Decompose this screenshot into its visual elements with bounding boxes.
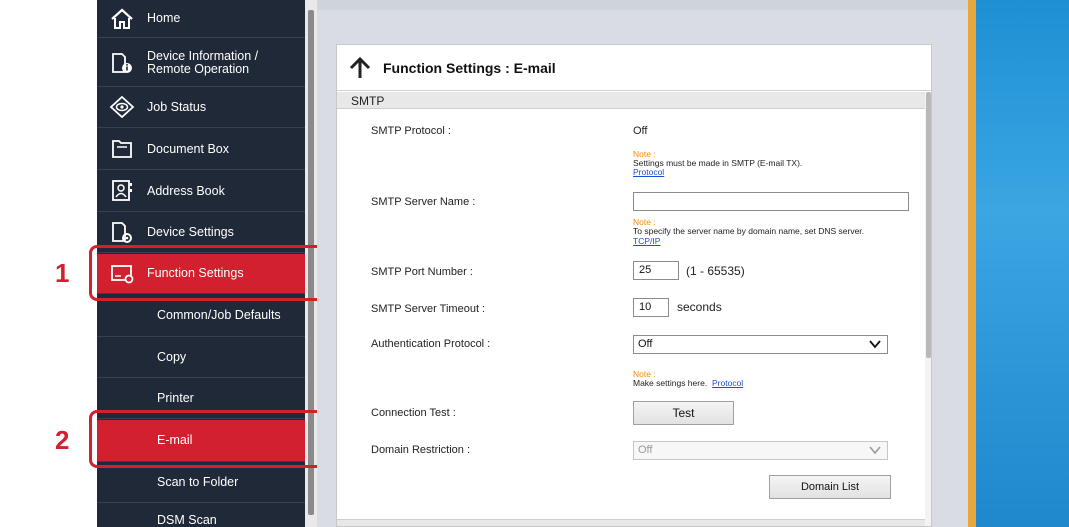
arrow-up-icon[interactable] xyxy=(347,56,373,80)
protocol-link[interactable]: Protocol xyxy=(712,378,743,388)
top-bar xyxy=(317,0,968,10)
sidebar-item-label: Home xyxy=(147,11,181,25)
sidebar-item-label: Device Information / Remote Operation xyxy=(147,48,259,76)
settings-panel: Function Settings : E-mail SMTP SMTP Pro… xyxy=(336,44,932,527)
authentication-protocol-select[interactable]: Off xyxy=(633,335,888,354)
sidebar-subitem-label: Common/Job Defaults xyxy=(157,308,281,322)
smtp-server-name-input[interactable] xyxy=(633,192,909,211)
section-header-smtp: SMTP xyxy=(337,92,927,109)
smtp-protocol-value: Off xyxy=(633,125,648,137)
device-info-icon xyxy=(112,53,132,73)
callout-highlight-1 xyxy=(89,245,333,301)
sidebar-item-label: Address Book xyxy=(147,183,225,198)
sidebar-subitem-label: DSM Scan xyxy=(157,513,217,527)
sidebar-subitem-label: Scan to Folder xyxy=(157,475,239,489)
sidebar-item-device-information[interactable]: Device Information / Remote Operation xyxy=(97,39,305,87)
sidebar-item-label: Document Box xyxy=(147,141,229,156)
callout-number-1: 1 xyxy=(55,258,70,288)
screenshot-stage: { "sidebar": { "items": [ {"label": "Hom… xyxy=(0,0,1069,527)
document-box-icon xyxy=(112,140,132,158)
panel-scrollbar-thumb[interactable] xyxy=(926,92,931,358)
connection-test-label: Connection Test : xyxy=(371,407,456,419)
authentication-protocol-label: Authentication Protocol : xyxy=(371,338,491,350)
panel-scrollbar[interactable] xyxy=(925,92,931,526)
desktop-left-area xyxy=(0,0,97,527)
select-value: Off xyxy=(638,338,653,350)
note-text: To specify the server name by domain nam… xyxy=(633,226,865,236)
panel-header: Function Settings : E-mail xyxy=(337,45,931,91)
sidebar-subitem-copy[interactable]: Copy xyxy=(97,338,305,378)
sidebar-subitem-label: Copy xyxy=(157,350,187,364)
smtp-server-name-label: SMTP Server Name : xyxy=(371,196,476,208)
sidebar-item-job-status[interactable]: Job Status xyxy=(97,88,305,128)
section-title: SMTP xyxy=(351,94,385,108)
sidebar-subitem-scan-to-folder[interactable]: Scan to Folder xyxy=(97,463,305,503)
desktop-background xyxy=(968,0,1069,527)
protocol-link[interactable]: Protocol xyxy=(633,167,664,177)
sidebar-item-address-book[interactable]: Address Book xyxy=(97,171,305,212)
callout-highlight-2 xyxy=(89,410,333,468)
device-settings-icon xyxy=(112,222,132,243)
smtp-timeout-input[interactable]: 10 xyxy=(633,298,669,317)
sidebar-subitem-label: Printer xyxy=(157,391,194,405)
test-button[interactable]: Test xyxy=(633,401,734,425)
sidebar-subitem-common-job-defaults[interactable]: Common/Job Defaults xyxy=(97,295,305,337)
domain-restriction-select[interactable]: Off xyxy=(633,441,888,460)
domain-restriction-label: Domain Restriction : xyxy=(371,444,471,456)
smtp-timeout-label: SMTP Server Timeout : xyxy=(371,303,486,315)
page-title: Function Settings : E-mail xyxy=(383,60,556,76)
sidebar-item-home[interactable]: Home xyxy=(97,0,305,38)
smtp-port-range: (1 - 65535) xyxy=(686,264,745,278)
sidebar-subitem-dsm-scan[interactable]: DSM Scan xyxy=(97,504,305,527)
smtp-timeout-unit: seconds xyxy=(677,300,722,314)
smtp-protocol-label: SMTP Protocol : xyxy=(371,125,451,137)
callout-number-2: 2 xyxy=(55,425,70,455)
select-value: Off xyxy=(638,444,653,456)
sidebar-item-label: Job Status xyxy=(147,100,207,114)
chevron-down-icon xyxy=(869,340,881,349)
tcp-ip-link[interactable]: TCP/IP xyxy=(633,236,660,246)
sidebar-item-label: Device Settings xyxy=(147,225,234,239)
smtp-port-label: SMTP Port Number : xyxy=(371,266,473,278)
smtp-port-input[interactable]: 25 xyxy=(633,261,679,280)
section-header-next xyxy=(337,519,927,526)
sidebar-item-document-box[interactable]: Document Box xyxy=(97,129,305,170)
address-book-icon xyxy=(112,180,132,201)
home-icon xyxy=(111,8,133,29)
note-text: Make settings here. xyxy=(633,378,708,388)
job-status-icon xyxy=(109,95,135,119)
domain-list-button[interactable]: Domain List xyxy=(769,475,891,499)
chevron-down-icon xyxy=(869,446,881,455)
